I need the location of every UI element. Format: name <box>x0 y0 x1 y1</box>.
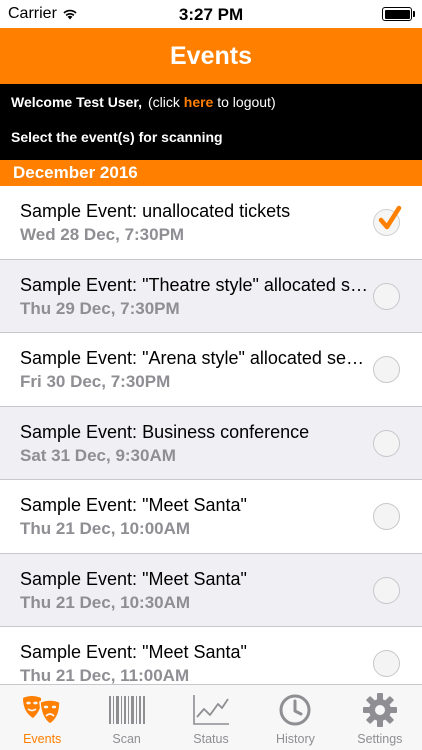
event-date: Wed 28 Dec, 7:30PM <box>20 225 185 244</box>
event-row[interactable]: Sample Event: "Meet Santa" Thu 21 Dec, 1… <box>0 480 422 554</box>
event-row[interactable]: Sample Event: "Theatre style" allocated … <box>0 259 422 333</box>
clock-icon <box>279 694 311 726</box>
tab-settings[interactable]: Settings <box>338 685 422 750</box>
status-bar: Carrier 3:27 PM <box>0 0 422 28</box>
line-chart-icon <box>193 695 230 725</box>
welcome-greeting: Welcome Test User, <box>11 94 142 110</box>
tab-label: History <box>275 732 315 746</box>
event-date: Fri 30 Dec, 7:30PM <box>20 372 171 391</box>
event-row[interactable]: Sample Event: unallocated tickets Wed 28… <box>0 186 422 260</box>
event-name: Sample Event: "Arena style" allocated se… <box>20 348 368 368</box>
selection-checkbox[interactable] <box>373 576 400 604</box>
event-name: Sample Event: "Meet Santa" <box>20 495 247 515</box>
tab-history[interactable]: History <box>253 685 337 750</box>
instruction-text: Select the event(s) for scanning <box>11 129 223 145</box>
event-name: Sample Event: unallocated tickets <box>20 201 291 221</box>
event-name: Sample Event: "Theatre style" allocated … <box>20 274 368 295</box>
tab-label: Scan <box>112 732 141 746</box>
event-row[interactable]: Sample Event: Business conference Sat 31… <box>0 406 422 480</box>
tab-label: Events <box>23 732 62 746</box>
event-date: Thu 21 Dec, 10:30AM <box>20 592 191 612</box>
selection-checkbox[interactable] <box>373 429 400 457</box>
welcome-line: Welcome Test User, (click here to logout) <box>11 94 276 110</box>
clock-time: 3:27 PM <box>178 5 244 24</box>
event-name: Sample Event: "Meet Santa" <box>20 642 247 662</box>
theatre-masks-icon <box>23 696 61 725</box>
event-name: Sample Event: "Meet Santa" <box>20 568 247 589</box>
logout-prefix: (click <box>147 94 180 110</box>
barcode-icon <box>108 696 145 724</box>
logout-link[interactable]: here <box>184 94 214 110</box>
tab-label: Status <box>193 732 229 746</box>
event-date: Thu 21 Dec, 10:00AM <box>20 519 191 538</box>
welcome-panel: Welcome Test User, (click here to logout)… <box>0 84 422 160</box>
section-header: December 2016 <box>0 160 422 186</box>
tab-scan[interactable]: Scan <box>84 685 168 750</box>
checkmark-icon <box>378 205 402 230</box>
selection-checkbox[interactable] <box>373 282 400 310</box>
tab-bar: Events Scan Status History Settings <box>0 684 422 750</box>
event-list[interactable]: Sample Event: unallocated tickets Wed 28… <box>0 186 422 684</box>
tab-events[interactable]: Events <box>0 685 84 750</box>
selection-checkbox[interactable] <box>373 503 400 530</box>
battery-icon <box>382 7 415 21</box>
selection-checkbox[interactable] <box>373 205 402 236</box>
page-title: Events <box>170 41 252 70</box>
gear-icon <box>362 693 397 727</box>
tab-status[interactable]: Status <box>169 685 253 750</box>
event-name: Sample Event: Business conference <box>20 421 310 442</box>
event-row[interactable]: Sample Event: "Arena style" allocated se… <box>0 333 422 407</box>
logout-suffix: to logout) <box>217 94 276 110</box>
event-row[interactable]: Sample Event: "Meet Santa" Thu 21 Dec, 1… <box>0 627 422 684</box>
selection-checkbox[interactable] <box>373 650 400 677</box>
navigation-bar: Events <box>0 28 422 84</box>
selection-checkbox[interactable] <box>373 356 400 383</box>
tab-label: Settings <box>357 732 403 746</box>
event-date: Thu 29 Dec, 7:30PM <box>20 298 180 318</box>
event-row[interactable]: Sample Event: "Meet Santa" Thu 21 Dec, 1… <box>0 553 422 627</box>
event-date: Sat 31 Dec, 9:30AM <box>20 445 176 465</box>
event-date: Thu 21 Dec, 11:00AM <box>20 666 190 684</box>
